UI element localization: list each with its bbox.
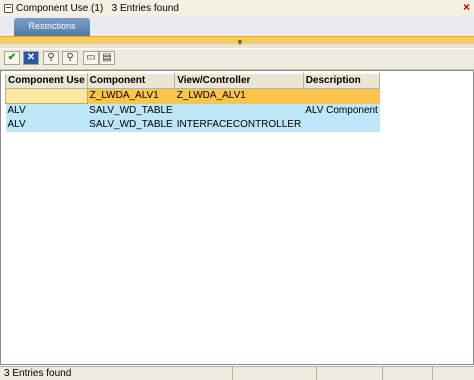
table-header-row: Component Use Component View/Controller … xyxy=(5,73,381,89)
status-bar: 3 Entries found xyxy=(0,366,474,380)
status-divider xyxy=(316,367,317,380)
cell-component-use[interactable] xyxy=(5,88,88,104)
tab-restrictions[interactable]: Restrictions xyxy=(14,18,90,36)
entries-found-label: 3 Entries found xyxy=(111,2,179,14)
cell-description[interactable] xyxy=(303,88,380,104)
cell-description[interactable]: ALV Component xyxy=(303,103,380,118)
tab-strip: Restrictions xyxy=(0,16,474,36)
results-area: Component Use Component View/Controller … xyxy=(0,70,474,365)
cell-component[interactable]: Z_LWDA_ALV1 xyxy=(87,88,175,104)
status-divider xyxy=(232,367,233,380)
status-divider xyxy=(432,367,433,380)
toolbar: ✔ ✕ ⚲ ⚲ ▭ ▤ xyxy=(0,49,474,70)
cell-view-controller[interactable]: Z_LWDA_ALV1 xyxy=(174,88,304,104)
status-text: 3 Entries found xyxy=(4,368,72,379)
column-header-description[interactable]: Description xyxy=(302,73,381,89)
find-icon[interactable]: ⚲ xyxy=(43,51,59,65)
cell-view-controller[interactable] xyxy=(174,103,304,118)
status-divider xyxy=(382,367,383,380)
expand-arrow-icon[interactable]: ▼ xyxy=(236,39,244,47)
table-row[interactable]: ALV SALV_WD_TABLE ALV Component xyxy=(5,103,380,118)
find-next-icon[interactable]: ⚲ xyxy=(62,51,78,65)
window-icon xyxy=(4,3,13,13)
cell-component[interactable]: SALV_WD_TABLE xyxy=(87,118,175,132)
checkmark-icon[interactable]: ✔ xyxy=(4,51,20,65)
column-header-view-controller[interactable]: View/Controller xyxy=(174,73,304,89)
results-table: Component Use Component View/Controller … xyxy=(5,73,381,132)
cell-component-use[interactable]: ALV xyxy=(5,118,88,132)
column-header-component[interactable]: Component xyxy=(86,73,176,89)
column-header-component-use[interactable]: Component Use xyxy=(5,73,88,89)
cell-view-controller[interactable]: INTERFACECONTROLLER xyxy=(174,118,304,132)
entries-count xyxy=(103,3,111,14)
title-bar: Component Use (1) 3 Entries found × xyxy=(0,0,474,17)
window-title: Component Use (1) xyxy=(16,2,104,14)
cell-component[interactable]: SALV_WD_TABLE xyxy=(87,103,175,118)
list-icon[interactable]: ▤ xyxy=(99,51,115,65)
print-icon[interactable]: ▭ xyxy=(83,51,99,65)
cell-description[interactable] xyxy=(303,118,380,132)
close-icon[interactable]: × xyxy=(463,1,470,14)
table-row[interactable]: Z_LWDA_ALV1 Z_LWDA_ALV1 xyxy=(5,88,380,104)
cell-component-use[interactable]: ALV xyxy=(5,103,88,118)
cancel-icon[interactable]: ✕ xyxy=(23,51,39,65)
table-row[interactable]: ALV SALV_WD_TABLE INTERFACECONTROLLER xyxy=(5,118,380,132)
